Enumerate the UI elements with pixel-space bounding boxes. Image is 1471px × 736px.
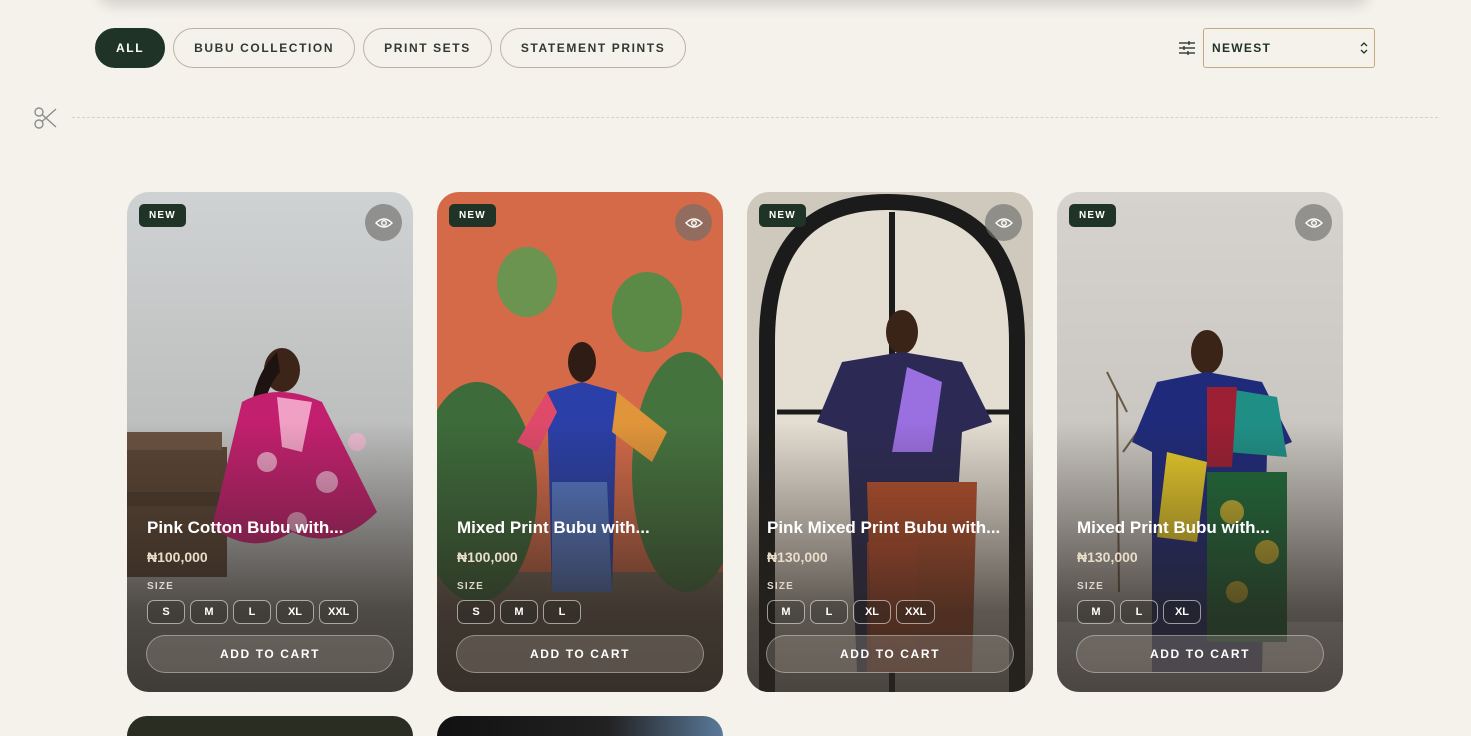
filter-chip-print-sets[interactable]: PRINT SETS bbox=[363, 28, 492, 68]
scissors-icon bbox=[34, 107, 57, 129]
size-option-m[interactable]: M bbox=[500, 600, 538, 624]
quick-view-eye-icon[interactable] bbox=[985, 204, 1022, 241]
product-card[interactable]: NEW Pink Mixed Print Bubu with... ₦130,0… bbox=[747, 192, 1033, 692]
new-badge: NEW bbox=[759, 204, 806, 227]
product-card-preview[interactable] bbox=[127, 716, 413, 736]
product-title[interactable]: Pink Mixed Print Bubu with... bbox=[767, 518, 1017, 538]
quick-view-eye-icon[interactable] bbox=[1295, 204, 1332, 241]
size-options: S M L XL XXL bbox=[147, 600, 359, 624]
size-option-l[interactable]: L bbox=[1120, 600, 1158, 624]
quick-view-eye-icon[interactable] bbox=[365, 204, 402, 241]
product-title[interactable]: Mixed Print Bubu with... bbox=[1077, 518, 1327, 538]
product-price: ₦100,000 bbox=[457, 549, 518, 565]
section-divider bbox=[72, 117, 1438, 118]
size-option-xxl[interactable]: XXL bbox=[896, 600, 936, 624]
filter-chip-bubu-collection[interactable]: BUBU COLLECTION bbox=[173, 28, 356, 68]
product-card[interactable]: NEW Pink Cotton Bubu with... ₦100,000 SI… bbox=[127, 192, 413, 692]
size-option-l[interactable]: L bbox=[810, 600, 848, 624]
size-label: SIZE bbox=[1077, 581, 1105, 592]
product-price: ₦100,000 bbox=[147, 549, 208, 565]
product-price: ₦130,000 bbox=[767, 549, 828, 565]
add-to-cart-button[interactable]: ADD TO CART bbox=[456, 635, 704, 673]
size-options: S M L bbox=[457, 600, 581, 624]
product-card[interactable]: NEW Mixed Print Bubu with... ₦100,000 SI… bbox=[437, 192, 723, 692]
size-option-m[interactable]: M bbox=[1077, 600, 1115, 624]
product-title[interactable]: Mixed Print Bubu with... bbox=[457, 518, 707, 538]
sort-selected-value: NEWEST bbox=[1212, 41, 1272, 55]
add-to-cart-button[interactable]: ADD TO CART bbox=[146, 635, 394, 673]
add-to-cart-button[interactable]: ADD TO CART bbox=[1076, 635, 1324, 673]
size-option-s[interactable]: S bbox=[147, 600, 185, 624]
size-options: M L XL bbox=[1077, 600, 1201, 624]
select-chevrons-icon bbox=[1360, 42, 1368, 54]
quick-view-eye-icon[interactable] bbox=[675, 204, 712, 241]
size-option-m[interactable]: M bbox=[190, 600, 228, 624]
size-option-s[interactable]: S bbox=[457, 600, 495, 624]
size-option-xxl[interactable]: XXL bbox=[319, 600, 359, 624]
add-to-cart-button[interactable]: ADD TO CART bbox=[766, 635, 1014, 673]
size-option-xl[interactable]: XL bbox=[276, 600, 314, 624]
size-option-l[interactable]: L bbox=[543, 600, 581, 624]
size-label: SIZE bbox=[457, 581, 485, 592]
sliders-icon[interactable] bbox=[1178, 40, 1196, 56]
size-option-xl[interactable]: XL bbox=[853, 600, 891, 624]
product-title[interactable]: Pink Cotton Bubu with... bbox=[147, 518, 397, 538]
category-filters: ALL BUBU COLLECTION PRINT SETS STATEMENT… bbox=[95, 28, 687, 68]
filter-chip-all[interactable]: ALL bbox=[95, 28, 166, 68]
product-price: ₦130,000 bbox=[1077, 549, 1138, 565]
new-badge: NEW bbox=[139, 204, 186, 227]
size-options: M L XL XXL bbox=[767, 600, 936, 624]
sort-select[interactable]: NEWEST bbox=[1203, 28, 1375, 68]
size-option-xl[interactable]: XL bbox=[1163, 600, 1201, 624]
product-card[interactable]: NEW Mixed Print Bubu with... ₦130,000 SI… bbox=[1057, 192, 1343, 692]
new-badge: NEW bbox=[449, 204, 496, 227]
filter-chip-statement-prints[interactable]: STATEMENT PRINTS bbox=[499, 28, 687, 68]
product-card-preview[interactable] bbox=[437, 716, 723, 736]
size-label: SIZE bbox=[767, 581, 795, 592]
size-option-l[interactable]: L bbox=[233, 600, 271, 624]
size-label: SIZE bbox=[147, 581, 175, 592]
size-option-m[interactable]: M bbox=[767, 600, 805, 624]
new-badge: NEW bbox=[1069, 204, 1116, 227]
